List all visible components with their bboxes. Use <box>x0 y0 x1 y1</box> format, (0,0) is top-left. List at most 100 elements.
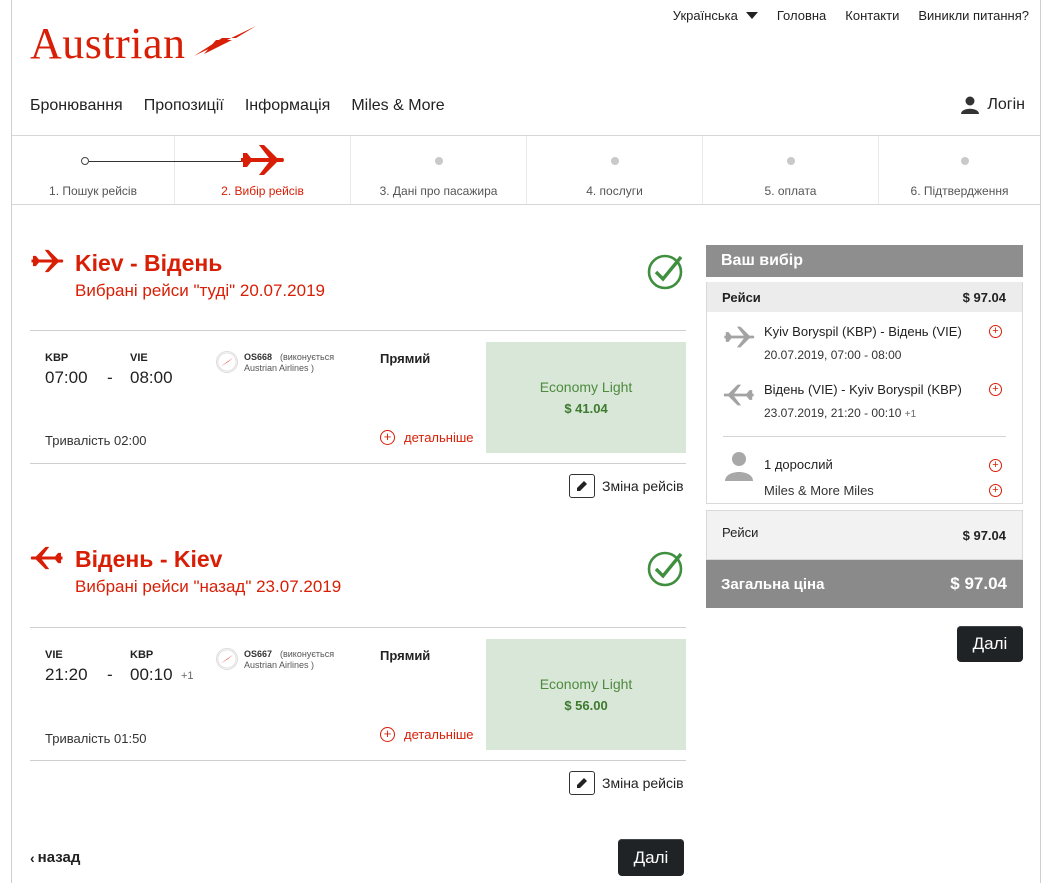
nav-item-booking[interactable]: Бронювання <box>30 97 123 115</box>
summary-passengers: 1 дорослий + Miles & More Miles + <box>707 437 1022 503</box>
logo-text: Austrian <box>30 19 186 68</box>
step-line <box>175 161 247 162</box>
logo-arrow-icon <box>193 26 256 56</box>
operated-by: (виконується <box>280 352 335 362</box>
airplane-icon <box>723 384 754 406</box>
step-label: 4. послуги <box>586 184 643 198</box>
step-label: 5. оплата <box>764 184 817 198</box>
nav-item-miles-more[interactable]: Miles & More <box>351 97 444 115</box>
details-link[interactable]: + детальніше <box>380 430 474 445</box>
plus-circle-icon[interactable]: + <box>989 459 1002 472</box>
summary-subtotal: Рейси $ 97.04 <box>706 510 1023 560</box>
time-dash: - <box>107 665 113 684</box>
next-button[interactable]: Далі <box>618 839 684 876</box>
details-link[interactable]: + детальніше <box>380 727 474 742</box>
help-link[interactable]: Виникли питання? <box>918 8 1029 23</box>
to-code: VIE <box>130 352 148 364</box>
step-dot <box>81 157 89 165</box>
operator-name: Austrian Airlines ) <box>244 660 315 670</box>
step-search: 1. Пошук рейсів <box>12 136 179 204</box>
airline-logo-icon <box>216 351 238 373</box>
chevron-down-icon <box>745 12 758 19</box>
flight-duration: Тривалість 02:00 <box>45 433 147 448</box>
step-dot <box>787 157 795 165</box>
progress-steps: 1. Пошук рейсів 2. Вибір рейсів 3. Дані … <box>12 136 1040 205</box>
nav-item-offers[interactable]: Пропозиції <box>144 97 224 115</box>
austrian-logo[interactable]: Austrian <box>30 22 258 66</box>
subtotal-value: $ 97.04 <box>962 528 1006 543</box>
step-label: 2. Вибір рейсів <box>221 184 304 198</box>
arrival-time: 08:00 <box>130 368 173 387</box>
plus-circle-icon[interactable]: + <box>989 383 1002 396</box>
person-icon <box>725 452 753 481</box>
summary-leg-inbound: Відень (VIE) - Kyiv Boryspil (KBP) + 23.… <box>707 370 1022 436</box>
back-label: назад <box>37 849 81 866</box>
home-link[interactable]: Головна <box>777 8 826 23</box>
fare-price: $ 56.00 <box>564 698 608 713</box>
airline-logo-icon <box>216 648 238 670</box>
day-offset: +1 <box>904 409 917 420</box>
subtotal-label: Рейси <box>722 525 759 540</box>
from-code: VIE <box>45 649 63 661</box>
fare-price: $ 41.04 <box>564 401 608 416</box>
inbound-subtitle: Вибрані рейси "назад" 23.07.2019 <box>75 577 342 596</box>
sidebar-next-button[interactable]: Далі <box>957 626 1023 662</box>
step-services: 4. послуги <box>527 136 703 204</box>
leg-route: Відень (VIE) - Kyiv Boryspil (KBP) <box>764 382 962 397</box>
time-dash: - <box>107 368 113 387</box>
summary-title: Ваш вибір <box>706 245 1023 277</box>
nav-item-information[interactable]: Інформація <box>245 97 331 115</box>
language-selector[interactable]: Українська <box>673 8 758 23</box>
check-icon <box>647 551 683 587</box>
summary-total: Загальна ціна $ 97.04 <box>706 560 1023 608</box>
change-flight-button[interactable]: Зміна рейсів <box>569 474 684 498</box>
departure-time: 07:00 <box>45 368 88 387</box>
inbound-title: Відень - Kiev <box>75 546 223 572</box>
leg-time: 23.07.2019, 21:20 - 00:10 +1 <box>764 406 916 420</box>
passenger-count: 1 дорослий <box>764 457 833 472</box>
contacts-link[interactable]: Контакти <box>845 8 899 23</box>
flight-type: Прямий <box>380 351 431 366</box>
leg-route: Kyiv Boryspil (KBP) - Відень (VIE) <box>764 324 962 339</box>
departure-plane-icon <box>31 249 64 273</box>
step-dot <box>611 157 619 165</box>
flights-label: Рейси <box>722 289 761 305</box>
login-button[interactable]: Логін <box>960 96 1025 114</box>
check-icon <box>647 254 683 290</box>
plus-circle-icon: + <box>380 430 395 445</box>
step-label: 3. Дані про пасажира <box>379 184 498 198</box>
fare-option[interactable]: Economy Light $ 56.00 <box>486 639 686 750</box>
summary-leg-outbound: Kyiv Boryspil (KBP) - Відень (VIE) + 20.… <box>707 312 1022 370</box>
flight-type: Прямий <box>380 648 431 663</box>
step-payment: 5. оплата <box>703 136 879 204</box>
flights-header: Рейси $ 97.04 <box>707 282 1022 312</box>
pencil-icon <box>569 771 595 795</box>
plus-circle-icon[interactable]: + <box>989 484 1002 497</box>
pencil-icon <box>569 474 595 498</box>
total-label: Загальна ціна <box>721 575 825 593</box>
plus-circle-icon: + <box>380 727 395 742</box>
step-passenger-data: 3. Дані про пасажира <box>351 136 527 204</box>
top-links: Українська Головна Контакти Виникли пита… <box>654 8 1029 23</box>
change-label: Зміна рейсів <box>602 775 684 791</box>
flight-number[interactable]: OS667 <box>244 649 272 659</box>
step-confirmation: 6. Підтвердження <box>879 136 1040 204</box>
selection-summary: Ваш вибір Рейси $ 97.04 Kyiv Boryspil (K… <box>706 245 1023 608</box>
main-nav: Бронювання Пропозиції Інформація Miles &… <box>30 97 466 115</box>
miles-label: Miles & More Miles <box>764 483 874 498</box>
departure-time: 21:20 <box>45 665 88 684</box>
return-plane-icon <box>30 546 63 570</box>
fare-name: Economy Light <box>539 676 633 692</box>
day-offset: +1 <box>181 670 194 682</box>
flight-duration: Тривалість 01:50 <box>45 731 147 746</box>
fare-option[interactable]: Economy Light $ 41.04 <box>486 342 686 453</box>
flight-number[interactable]: OS668 <box>244 352 272 362</box>
fare-name: Economy Light <box>539 379 633 395</box>
leg-time: 20.07.2019, 07:00 - 08:00 <box>764 348 902 362</box>
back-link[interactable]: ‹ назад <box>30 849 80 866</box>
outbound-flight-row[interactable]: KBP VIE 07:00 - 08:00 OS668 (виконується… <box>30 330 686 464</box>
leg-time-text: 23.07.2019, 21:20 - 00:10 <box>764 406 902 420</box>
plus-circle-icon[interactable]: + <box>989 325 1002 338</box>
change-flight-button[interactable]: Зміна рейсів <box>569 771 684 795</box>
inbound-flight-row[interactable]: VIE KBP 21:20 - 00:10 +1 OS667 (виконуєт… <box>30 627 686 761</box>
